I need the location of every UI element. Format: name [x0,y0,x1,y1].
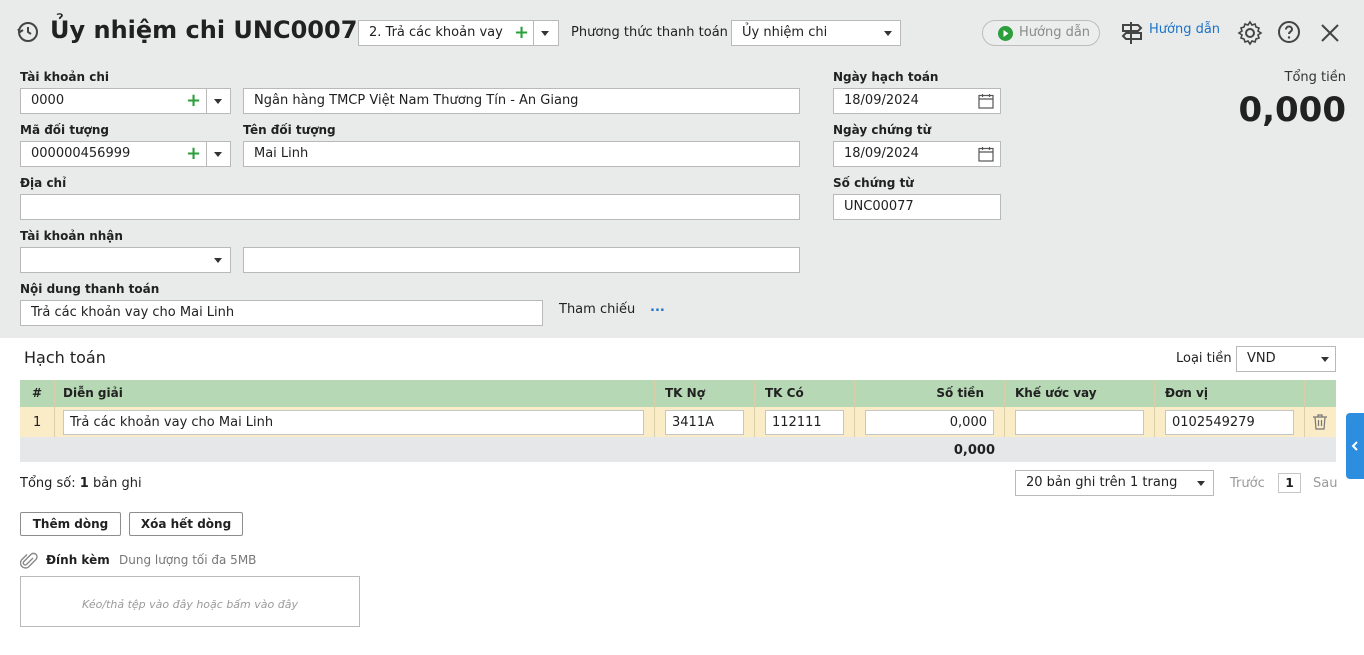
chevron-down-icon [1321,357,1329,362]
help-icon[interactable] [1277,20,1301,44]
voucher-header-panel [0,0,1364,338]
history-icon[interactable] [16,20,40,44]
signpost-icon[interactable] [1120,20,1144,46]
recv-account-label: Tài khoản nhận [20,229,123,243]
object-code-select[interactable]: 000000456999 + [20,141,231,167]
voucher-type-value: 2. Trả các khoản vay [369,25,503,40]
chevron-down-icon[interactable] [214,152,222,157]
page-title: Ủy nhiệm chi UNC00077 [50,16,375,44]
object-code-label: Mã đối tượng [20,123,109,137]
record-count: Tổng số: 1 bản ghi [20,476,142,491]
record-count-suffix: bản ghi [92,476,142,491]
recv-bank-field[interactable] [243,247,800,273]
posting-date-value: 18/09/2024 [844,93,919,108]
address-label: Địa chỉ [20,176,67,190]
object-code-value: 000000456999 [31,146,131,161]
pay-account-value: 0000 [31,93,65,108]
object-name-field[interactable]: Mai Linh [243,141,800,167]
row-number: 1 [33,415,42,430]
recv-account-select[interactable] [20,247,231,273]
col-header-desc[interactable]: Diễn giải [63,380,123,407]
page-size-select[interactable]: 20 bản ghi trên 1 trang [1015,470,1214,496]
col-header-debit[interactable]: TK Nợ [665,380,705,407]
trash-icon[interactable] [1312,413,1328,430]
chevron-down-icon [884,31,892,36]
row-unit-input[interactable]: 0102549279 [1165,410,1294,435]
col-header-amount[interactable]: Số tiền [855,380,984,407]
add-icon[interactable]: + [186,92,201,110]
payment-method-select[interactable]: Ủy nhiệm chi [731,20,901,46]
currency-label: Loại tiền [1176,351,1232,366]
voucher-type-select[interactable]: 2. Trả các khoản vay + [358,20,559,46]
chevron-down-icon [1197,481,1205,486]
settings-icon[interactable] [1237,20,1263,46]
bank-name-field[interactable]: Ngân hàng TMCP Việt Nam Thương Tín - An … [243,88,800,114]
col-header-no: # [32,386,43,400]
payment-method-label: Phương thức thanh toán [571,25,728,40]
chevron-down-icon[interactable] [214,99,222,104]
file-drop-zone[interactable]: Kéo/thả tệp vào đây hoặc bấm vào đây [20,576,360,627]
voucher-date-field[interactable]: 18/09/2024 [833,141,1001,167]
voucher-date-value: 18/09/2024 [844,146,919,161]
total-value: 0,000 [1238,90,1346,130]
guide-toggle-label: Hướng dẫn [1019,25,1091,40]
voucher-no-field[interactable]: UNC00077 [833,194,1001,220]
delete-all-rows-button[interactable]: Xóa hết dòng [129,512,243,536]
reference-label: Tham chiếu [559,302,636,317]
row-desc-input[interactable]: Trả các khoản vay cho Mai Linh [63,410,644,435]
currency-select[interactable]: VND [1236,346,1336,372]
currency-value: VND [1247,351,1276,366]
page-number-input[interactable]: 1 [1278,473,1301,493]
col-header-loan[interactable]: Khế ước vay [1015,380,1097,407]
attach-label: Đính kèm [46,553,110,567]
attach-hint: Dung lượng tối đa 5MB [119,553,257,567]
guide-toggle-button[interactable]: Hướng dẫn [982,20,1100,46]
total-label: Tổng tiền [1284,70,1346,85]
sum-amount: 0,000 [953,443,995,458]
content-label: Nội dung thanh toán [20,282,160,296]
chevron-down-icon[interactable] [214,258,222,263]
next-page-button[interactable]: Sau [1313,476,1337,491]
add-row-button[interactable]: Thêm dòng [20,512,121,536]
voucher-date-label: Ngày chứng từ [833,123,932,137]
record-count-prefix: Tổng số: [20,476,76,491]
paperclip-icon [19,551,38,571]
pay-account-select[interactable]: 0000 + [20,88,231,114]
reference-more-button[interactable]: ... [650,300,665,315]
record-count-value: 1 [79,476,89,491]
content-field[interactable]: Trả các khoản vay cho Mai Linh [20,300,543,326]
row-loan-input[interactable] [1015,410,1144,435]
grid-summary-row [20,437,1336,462]
chevron-down-icon[interactable] [541,31,549,36]
payment-method-value: Ủy nhiệm chi [742,25,828,40]
page-size-value: 20 bản ghi trên 1 trang [1026,475,1178,490]
row-debit-input[interactable]: 3411A [665,410,744,435]
col-header-unit[interactable]: Đơn vị [1165,380,1208,407]
add-icon[interactable]: + [514,24,529,42]
voucher-no-label: Số chứng từ [833,176,914,190]
close-icon[interactable] [1319,22,1341,44]
object-name-label: Tên đối tượng [243,123,336,137]
posting-date-field[interactable]: 18/09/2024 [833,88,1001,114]
col-header-credit[interactable]: TK Có [765,380,804,407]
side-panel-toggle[interactable] [1346,413,1364,479]
address-field[interactable] [20,194,800,220]
row-credit-input[interactable]: 112111 [765,410,844,435]
guide-link[interactable]: Hướng dẫn [1149,22,1220,37]
posting-date-label: Ngày hạch toán [833,70,939,84]
row-amount-input[interactable]: 0,000 [865,410,994,435]
calendar-icon[interactable] [978,93,994,109]
pay-account-label: Tài khoản chi [20,70,109,84]
accounting-title: Hạch toán [24,348,106,367]
play-icon [998,26,1013,41]
drop-zone-hint: Kéo/thả tệp vào đây hoặc bấm vào đây [82,598,298,611]
calendar-icon[interactable] [978,146,994,162]
add-icon[interactable]: + [186,145,201,163]
prev-page-button[interactable]: Trước [1230,476,1265,491]
